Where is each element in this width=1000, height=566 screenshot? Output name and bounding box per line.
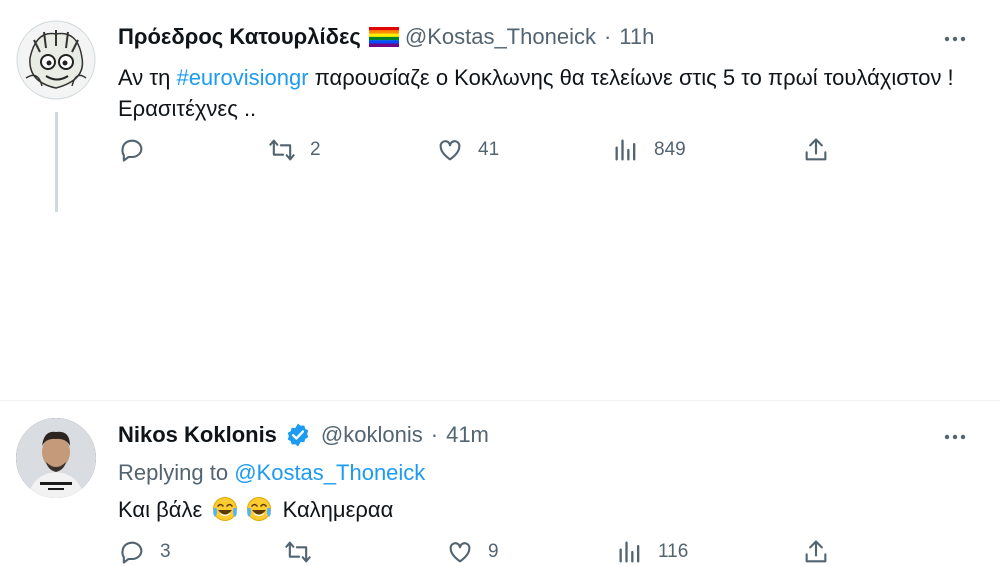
views-count: 849 bbox=[654, 139, 686, 160]
verified-icon bbox=[287, 423, 309, 447]
author-handle[interactable]: @Kostas_Thoneick bbox=[405, 24, 596, 50]
reply-count: 3 bbox=[160, 541, 171, 562]
replying-to-label: Replying to bbox=[118, 460, 229, 485]
views-icon bbox=[619, 541, 640, 563]
share-button[interactable] bbox=[802, 136, 830, 164]
retweet-button[interactable]: 2 bbox=[268, 136, 321, 164]
crying-laughing-emoji bbox=[213, 497, 238, 521]
like-icon bbox=[439, 140, 461, 161]
avatar[interactable] bbox=[16, 418, 96, 498]
tweet-2[interactable]: Nikos Koklonis @koklonis · 41m Replying … bbox=[0, 200, 1000, 564]
timestamp[interactable]: 11h bbox=[619, 24, 654, 50]
share-icon bbox=[805, 540, 827, 563]
avatar[interactable] bbox=[16, 20, 96, 100]
separator-dot: · bbox=[603, 24, 612, 49]
retweet-count: 2 bbox=[310, 139, 321, 160]
avatar-drawing-icon bbox=[16, 20, 96, 100]
like-icon bbox=[449, 542, 471, 563]
reply-button[interactable] bbox=[118, 136, 160, 164]
like-count: 41 bbox=[478, 139, 500, 160]
retweet-icon bbox=[285, 541, 311, 563]
author-name[interactable]: Πρόεδρος Κατουρλίδες bbox=[118, 24, 361, 50]
views-button[interactable]: 116 bbox=[616, 538, 688, 566]
timestamp[interactable]: 41m bbox=[446, 422, 489, 448]
reply-icon bbox=[121, 139, 143, 162]
replying-to: Replying to @Kostas_Thoneick bbox=[118, 460, 425, 486]
retweet-icon bbox=[269, 139, 295, 161]
views-count: 116 bbox=[658, 541, 689, 562]
tweet-text-start: Αν τη bbox=[118, 65, 171, 90]
crying-laughing-emoji bbox=[247, 497, 272, 521]
tweet-text: Αν τη #eurovisiongr παρουσίαζε ο Κοκλωνη… bbox=[118, 62, 968, 124]
views-icon bbox=[615, 139, 636, 161]
retweet-button[interactable] bbox=[284, 538, 326, 566]
author-handle[interactable]: @koklonis bbox=[321, 422, 423, 448]
author-name[interactable]: Nikos Koklonis bbox=[118, 422, 277, 448]
tweet-header: Nikos Koklonis @koklonis · 41m bbox=[118, 422, 489, 448]
tweet-text: Και βάλε Καλημεραα bbox=[118, 494, 393, 525]
thread-line bbox=[55, 112, 58, 212]
separator-dot: · bbox=[430, 422, 439, 447]
tweet-header: Πρόεδρος Κατουρλίδες @Kostas_Thoneick · … bbox=[118, 24, 654, 50]
more-icon[interactable] bbox=[940, 422, 970, 452]
rainbow-flag-icon bbox=[368, 27, 399, 47]
hashtag-link[interactable]: #eurovisiongr bbox=[176, 65, 308, 90]
share-icon bbox=[805, 138, 827, 161]
tweet-text-end: Καλημεραα bbox=[282, 497, 394, 522]
replying-to-handle-link[interactable]: @Kostas_Thoneick bbox=[234, 460, 425, 485]
views-button[interactable]: 849 bbox=[612, 136, 686, 164]
reply-icon bbox=[121, 541, 143, 564]
tweet-text-start: Και βάλε bbox=[118, 497, 203, 522]
like-count: 9 bbox=[488, 541, 499, 562]
more-icon[interactable] bbox=[940, 24, 970, 54]
like-button[interactable]: 41 bbox=[436, 136, 499, 164]
share-button[interactable] bbox=[802, 538, 830, 566]
reply-button[interactable]: 3 bbox=[118, 538, 171, 566]
avatar-photo-icon bbox=[16, 418, 96, 498]
tweet-1[interactable]: Πρόεδρος Κατουρλίδες @Kostas_Thoneick · … bbox=[0, 0, 1000, 212]
like-button[interactable]: 9 bbox=[446, 538, 499, 566]
